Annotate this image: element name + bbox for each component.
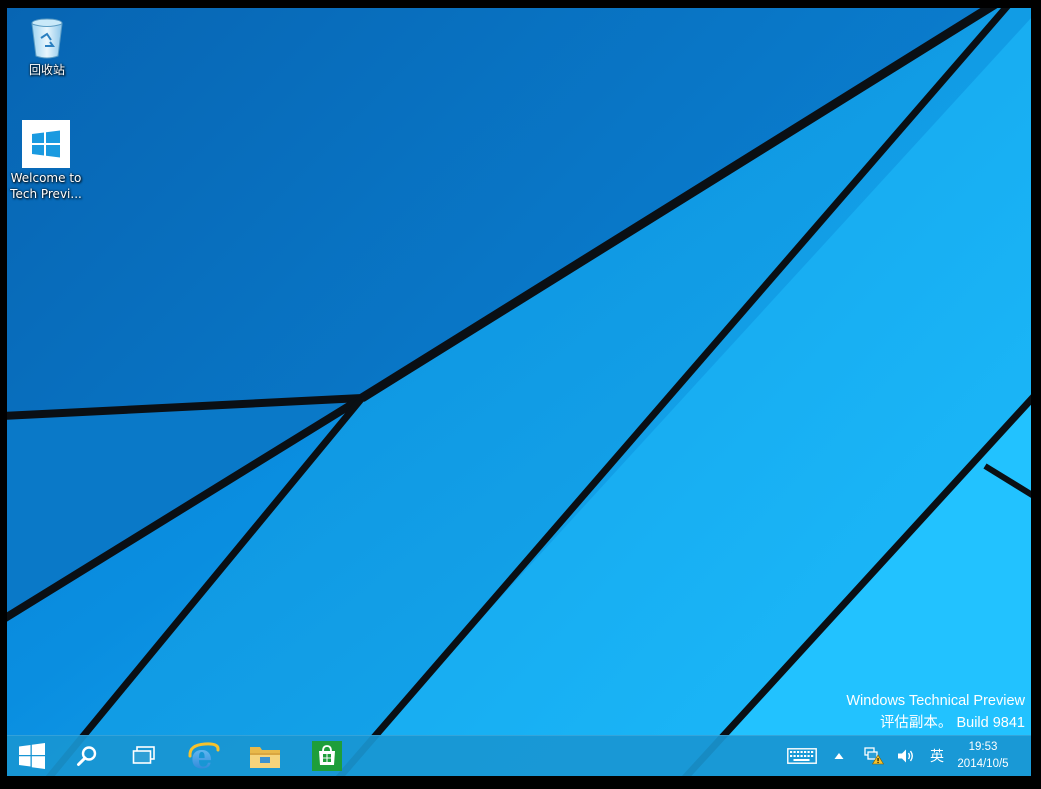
desktop-icon-label-line1: Welcome to [10, 171, 82, 185]
windows-logo-icon [22, 120, 70, 168]
store-icon [312, 741, 342, 771]
file-explorer-icon [250, 747, 280, 768]
touch-keyboard-button[interactable] [785, 736, 819, 776]
task-view-icon [132, 746, 155, 764]
start-button[interactable] [7, 736, 57, 776]
task-view-button[interactable] [119, 736, 169, 776]
search-button[interactable] [62, 736, 112, 776]
recycle-bin-icon [31, 18, 63, 59]
search-icon [77, 746, 97, 766]
network-warning-icon [864, 747, 884, 765]
input-method-indicator[interactable]: 英 [925, 736, 949, 776]
network-button[interactable] [860, 736, 888, 776]
show-hidden-icons-button[interactable] [829, 736, 849, 776]
chevron-up-icon [834, 753, 844, 759]
internet-explorer-icon: e [188, 740, 220, 772]
desktop-icon-label: 回收站 [28, 63, 65, 77]
windows-start-icon [19, 743, 45, 769]
desktop-screen: 回收站 Welcome to Tech Previ... Windows Tec… [7, 8, 1031, 776]
desktop-icon-welcome[interactable]: Welcome to Tech Previ... [7, 120, 86, 202]
watermark-line1: Windows Technical Preview [846, 693, 1025, 709]
volume-button[interactable] [892, 736, 920, 776]
build-watermark: Windows Technical Preview 评估副本。 Build 98… [846, 690, 1025, 734]
clock-date: 2014/10/5 [957, 758, 1009, 770]
desktop-icon-label-line2: Tech Previ... [10, 187, 82, 201]
speaker-icon [898, 749, 913, 763]
taskbar: e 英 19:53 2014/10/5 [7, 735, 1031, 776]
clock-time: 19:53 [968, 741, 998, 753]
taskbar-file-explorer[interactable] [240, 736, 290, 776]
watermark-line2: 评估副本。 Build 9841 [879, 715, 1025, 731]
touch-keyboard-icon [787, 748, 817, 764]
desktop-wallpaper [7, 8, 1031, 776]
clock[interactable]: 19:53 2014/10/5 [947, 739, 1019, 773]
taskbar-store[interactable] [302, 736, 352, 776]
taskbar-internet-explorer[interactable]: e [179, 736, 229, 776]
desktop-icon-recycle-bin[interactable]: 回收站 [7, 16, 87, 78]
